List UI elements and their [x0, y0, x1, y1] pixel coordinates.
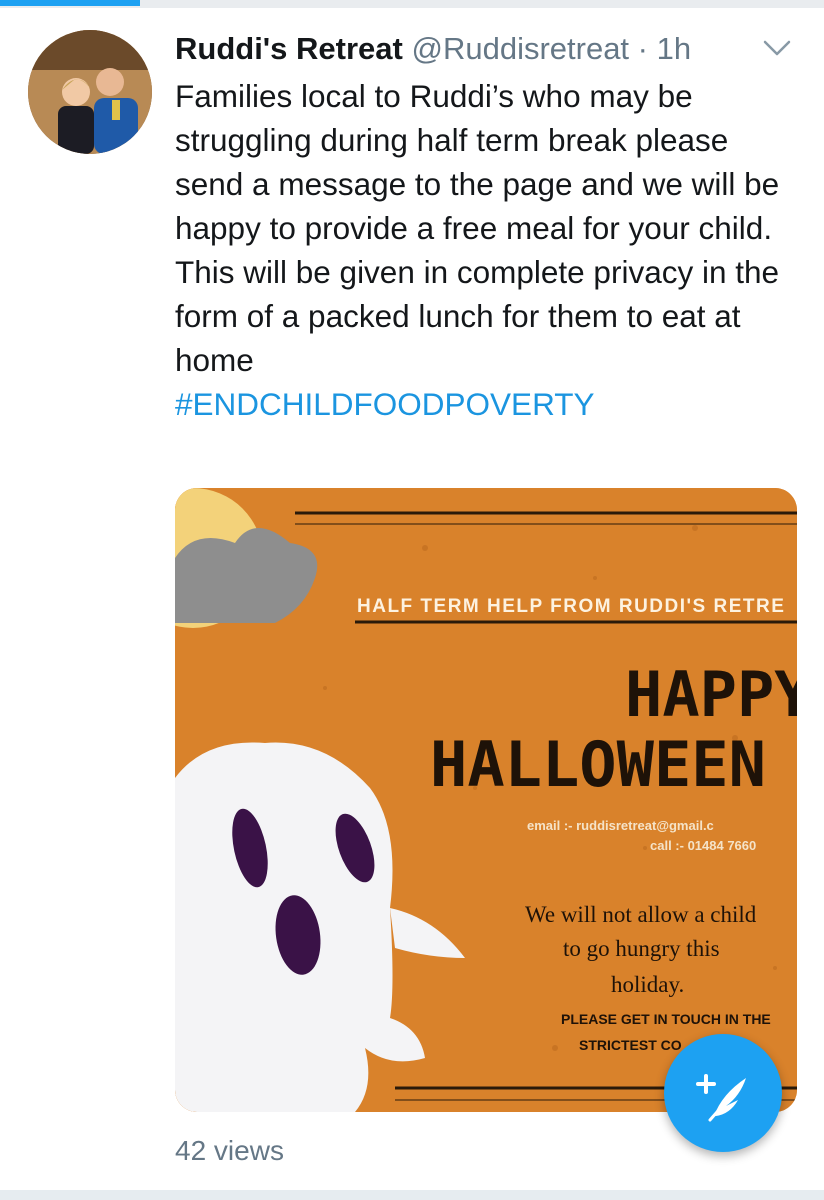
poster-message-3: holiday.	[611, 972, 684, 997]
tab-indicator	[0, 0, 140, 6]
tweet-paragraph-1: Families local to Ruddi’s who may be str…	[175, 78, 780, 246]
poster-call: call :- 01484 7660	[650, 838, 756, 853]
view-count: 42 views	[175, 1135, 284, 1166]
meta-separator: ·	[637, 31, 648, 66]
tweet-header: Ruddi's Retreat @Ruddisretreat · 1h	[175, 30, 744, 68]
poster-heading: HALF TERM HELP FROM RUDDI'S RETRE	[357, 596, 785, 617]
poster-email: email :- ruddisretreat@gmail.c	[527, 818, 714, 833]
poster-halloween: HALLOWEEN	[430, 728, 766, 801]
chevron-down-icon[interactable]	[762, 36, 792, 60]
compose-feather-icon	[696, 1074, 746, 1122]
poster-message-2: to go hungry this	[563, 936, 720, 961]
tweet-paragraph-2: This will be given in complete privacy i…	[175, 254, 780, 378]
tweet-media-image[interactable]: HALF TERM HELP FROM RUDDI'S RETRE HAPPY …	[175, 488, 797, 1112]
poster-footer-1: PLEASE GET IN TOUCH IN THE	[561, 1011, 771, 1027]
tweet-text: Families local to Ruddi’s who may be str…	[175, 74, 805, 426]
tweet-time[interactable]: 1h	[657, 31, 691, 66]
halloween-poster: HALF TERM HELP FROM RUDDI'S RETRE HAPPY …	[175, 488, 797, 1112]
compose-button[interactable]	[664, 1034, 782, 1152]
bottom-divider	[0, 1190, 824, 1200]
author-name[interactable]: Ruddi's Retreat	[175, 31, 403, 66]
poster-message-1: We will not allow a child	[525, 902, 757, 927]
poster-happy: HAPPY	[625, 658, 797, 731]
hashtag-link[interactable]: #ENDCHILDFOODPOVERTY	[175, 386, 595, 422]
avatar[interactable]	[28, 30, 152, 154]
author-handle[interactable]: @Ruddisretreat	[411, 31, 629, 66]
avatar-image	[28, 30, 152, 154]
top-divider	[0, 0, 824, 8]
